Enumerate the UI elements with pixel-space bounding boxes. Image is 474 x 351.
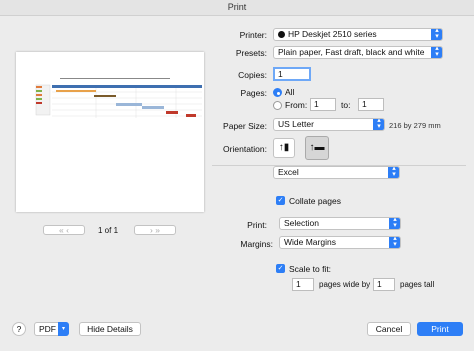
printer-icon [278, 31, 285, 39]
presets-label: Presets: [235, 48, 267, 58]
pages-all-radio[interactable] [273, 88, 282, 97]
printer-select[interactable]: HP Deskjet 2510 series ▴ ▾ [273, 28, 443, 41]
chevron-updown-icon: ▴ ▾ [389, 218, 400, 229]
thumb-cell [36, 90, 42, 92]
printer-label: Printer: [239, 30, 267, 40]
chevron-updown-icon: ▴ ▾ [388, 167, 399, 178]
chevron-updown-icon: ▴ ▾ [389, 237, 400, 248]
section-value: Excel [278, 167, 299, 177]
paper-size-select[interactable]: US Letter ▴ ▾ [273, 118, 385, 131]
thumb-cell [36, 102, 42, 104]
orientation-label: Orientation: [223, 144, 267, 154]
thumb-title-line [60, 78, 170, 79]
scale-to-fit-checkbox[interactable]: ✓ [276, 264, 285, 273]
checkmark-icon: ✓ [277, 197, 284, 204]
page-indicator: 1 of 1 [98, 226, 119, 235]
margins-value: Wide Margins [284, 237, 336, 247]
thumb-cell [36, 86, 42, 88]
thumb-bar [142, 106, 164, 109]
pdf-menu-button[interactable]: PDF ▾ [34, 322, 69, 336]
pages-range-radio[interactable] [273, 101, 282, 110]
landscape-icon: ↑▬ [309, 142, 325, 153]
chevron-down-icon: ▾ [58, 322, 69, 336]
thumb-bar [56, 90, 96, 92]
presets-value: Plain paper, Fast draft, black and white [278, 47, 425, 57]
chevron-updown-icon: ▴ ▾ [431, 29, 442, 40]
margins-select[interactable]: Wide Margins ▴ ▾ [279, 236, 401, 249]
chevron-updown-icon: ▴ ▾ [373, 119, 384, 130]
landscape-orientation-button[interactable]: ↑▬ [305, 136, 329, 160]
window-title: Print [227, 2, 247, 12]
margins-label: Margins: [240, 239, 273, 249]
next-last-page-button[interactable]: › » [134, 225, 176, 235]
thumb-cell [36, 98, 42, 100]
pages-to-field[interactable]: 1 [358, 98, 384, 111]
pages-tall-field[interactable]: 1 [373, 278, 395, 291]
help-button[interactable]: ? [12, 322, 26, 336]
cancel-button[interactable]: Cancel [367, 322, 411, 336]
hide-details-button[interactable]: Hide Details [79, 322, 141, 336]
preview-page [16, 52, 204, 212]
thumb-header-row [52, 85, 202, 88]
paper-size-value: US Letter [278, 119, 314, 129]
thumb-cell [36, 94, 42, 96]
paper-size-label: Paper Size: [223, 121, 267, 131]
paper-dimensions: 216 by 279 mm [389, 121, 441, 130]
pages-from-field[interactable]: 1 [310, 98, 336, 111]
copies-label: Copies: [238, 70, 267, 80]
portrait-icon: ↑▮ [278, 142, 290, 153]
print-button[interactable]: Print [417, 322, 463, 336]
pages-tall-label: pages tall [400, 280, 435, 289]
pages-wide-label: pages wide by [319, 280, 371, 289]
portrait-orientation-button[interactable]: ↑▮ [273, 138, 295, 158]
copies-field[interactable]: 1 [273, 67, 311, 81]
pages-to-label: to: [341, 100, 351, 110]
pages-from-label: From: [285, 100, 308, 110]
scale-to-fit-label: Scale to fit: [289, 264, 332, 274]
print-what-label: Print: [247, 220, 267, 230]
pages-wide-field[interactable]: 1 [292, 278, 314, 291]
print-what-value: Selection [284, 218, 319, 228]
pdf-label: PDF [39, 324, 56, 334]
first-prev-page-button[interactable]: « ‹ [43, 225, 85, 235]
section-select[interactable]: Excel ▴ ▾ [273, 166, 400, 179]
pages-label: Pages: [240, 88, 267, 98]
preview-area: « ‹ 1 of 1 › » [0, 16, 210, 316]
thumb-bar [116, 103, 142, 106]
thumb-bar [186, 114, 196, 117]
checkmark-icon: ✓ [277, 265, 284, 272]
print-what-select[interactable]: Selection ▴ ▾ [279, 217, 401, 230]
collate-label: Collate pages [289, 196, 341, 206]
thumb-bar [166, 111, 178, 114]
chevron-updown-icon: ▴ ▾ [431, 47, 442, 58]
pages-all-label: All [285, 87, 295, 97]
collate-checkbox[interactable]: ✓ [276, 196, 285, 205]
presets-select[interactable]: Plain paper, Fast draft, black and white… [273, 46, 443, 59]
preview-thumbnail [35, 78, 202, 118]
thumb-bar [94, 95, 116, 97]
title-bar: Print [0, 0, 474, 16]
printer-value: HP Deskjet 2510 series [288, 29, 377, 39]
